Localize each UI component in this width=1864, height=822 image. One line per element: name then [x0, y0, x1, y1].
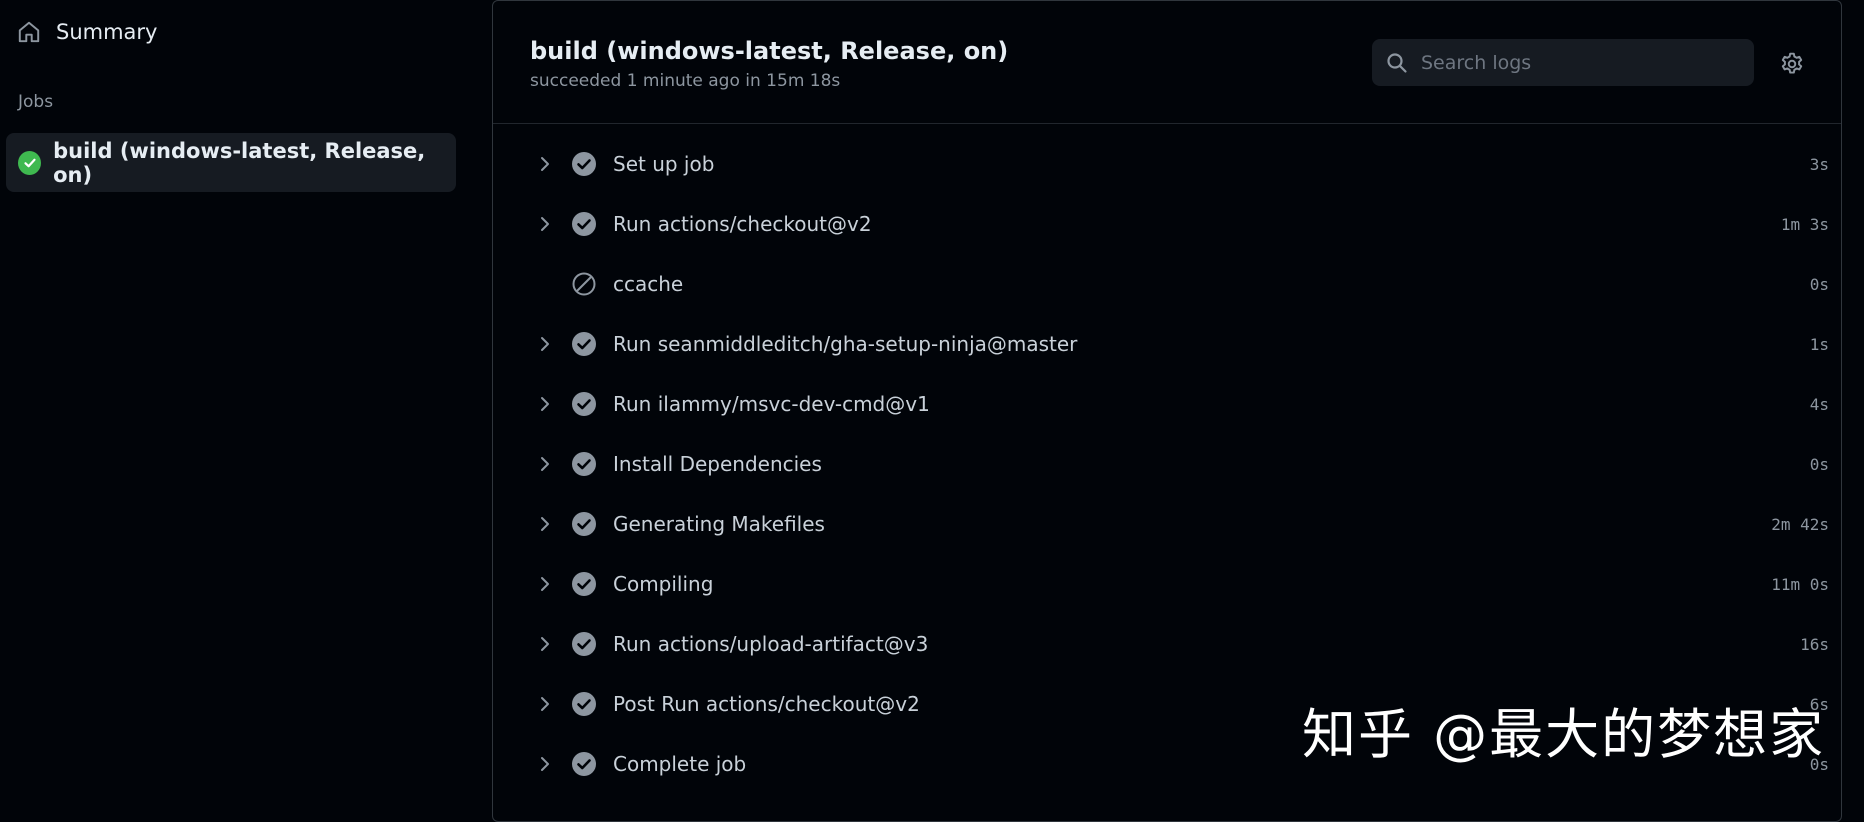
home-icon [18, 21, 40, 43]
step-row[interactable]: Run ilammy/msvc-dev-cmd@v1 4s [493, 374, 1841, 434]
step-name: Compiling [613, 572, 714, 596]
search-logs-input[interactable] [1409, 38, 1754, 87]
sidebar-job-item[interactable]: build (windows-latest, Release, on) [6, 133, 456, 192]
step-duration: 1m 3s [1780, 214, 1829, 234]
chevron-right-icon[interactable] [535, 394, 555, 414]
step-name: Post Run actions/checkout@v2 [613, 692, 920, 716]
step-duration: 3s [1809, 154, 1829, 174]
chevron-right-icon[interactable] [535, 754, 555, 774]
check-circle-fill-icon [572, 212, 596, 236]
summary-label: Summary [56, 20, 158, 44]
chevron-right-icon[interactable] [535, 454, 555, 474]
job-status-text: succeeded 1 minute ago in 15m 18s [530, 71, 841, 91]
step-duration: 16s [1800, 634, 1829, 654]
step-row[interactable]: ccache 0s [493, 254, 1841, 314]
step-row[interactable]: Run seanmiddleditch/gha-setup-ninja@mast… [493, 314, 1841, 374]
check-circle-fill-icon [572, 392, 596, 416]
step-duration: 1s [1809, 334, 1829, 354]
check-circle-fill-icon [572, 452, 596, 476]
step-name: ccache [613, 272, 684, 296]
step-row[interactable]: Run actions/checkout@v2 1m 3s [493, 194, 1841, 254]
search-icon [1387, 52, 1407, 73]
chevron-right-icon[interactable] [535, 514, 555, 534]
step-name: Install Dependencies [613, 452, 822, 476]
search-logs-box[interactable] [1372, 38, 1754, 87]
step-row[interactable]: Run actions/upload-artifact@v3 16s [493, 614, 1841, 674]
step-name: Run actions/upload-artifact@v3 [613, 632, 929, 656]
step-row[interactable]: Install Dependencies 0s [493, 434, 1841, 494]
step-row[interactable]: Generating Makefiles 2m 42s [493, 494, 1841, 554]
step-name: Run seanmiddleditch/gha-setup-ninja@mast… [613, 332, 1078, 356]
job-header: build (windows-latest, Release, on) succ… [493, 1, 1841, 124]
chevron-right-icon[interactable] [535, 634, 555, 654]
check-circle-fill-icon [572, 152, 596, 176]
sidebar: Summary Jobs build (windows-latest, Rele… [0, 0, 470, 804]
step-name: Run actions/checkout@v2 [613, 212, 872, 236]
step-name: Generating Makefiles [613, 512, 825, 536]
sidebar-job-label: build (windows-latest, Release, on) [53, 138, 426, 187]
check-circle-fill-icon [18, 150, 42, 175]
check-circle-fill-icon [572, 332, 596, 356]
step-name: Complete job [613, 752, 747, 776]
step-row[interactable]: Compiling 11m 0s [493, 554, 1841, 614]
check-circle-fill-icon [572, 752, 596, 776]
check-circle-fill-icon [572, 572, 596, 596]
chevron-right-icon[interactable] [535, 334, 555, 354]
summary-link[interactable]: Summary [16, 14, 157, 50]
step-duration: 0s [1809, 454, 1829, 474]
gear-icon[interactable] [1779, 51, 1805, 77]
job-title: build (windows-latest, Release, on) [530, 37, 1009, 65]
check-circle-fill-icon [572, 632, 596, 656]
step-duration: 11m 0s [1771, 574, 1829, 594]
watermark: 知乎 @最大的梦想家 [1302, 703, 1826, 766]
check-circle-fill-icon [572, 692, 596, 716]
step-duration: 0s [1809, 274, 1829, 294]
step-name: Set up job [613, 152, 715, 176]
step-row[interactable]: Set up job 3s [493, 134, 1841, 194]
chevron-right-icon[interactable] [535, 574, 555, 594]
chevron-right-icon[interactable] [535, 694, 555, 714]
check-circle-fill-icon [572, 512, 596, 536]
step-duration: 2m 42s [1771, 514, 1829, 534]
step-name: Run ilammy/msvc-dev-cmd@v1 [613, 392, 930, 416]
chevron-right-icon[interactable] [535, 154, 555, 174]
jobs-heading: Jobs [18, 92, 54, 112]
chevron-right-icon[interactable] [535, 214, 555, 234]
skipped-icon [572, 272, 596, 296]
step-duration: 4s [1809, 394, 1829, 414]
